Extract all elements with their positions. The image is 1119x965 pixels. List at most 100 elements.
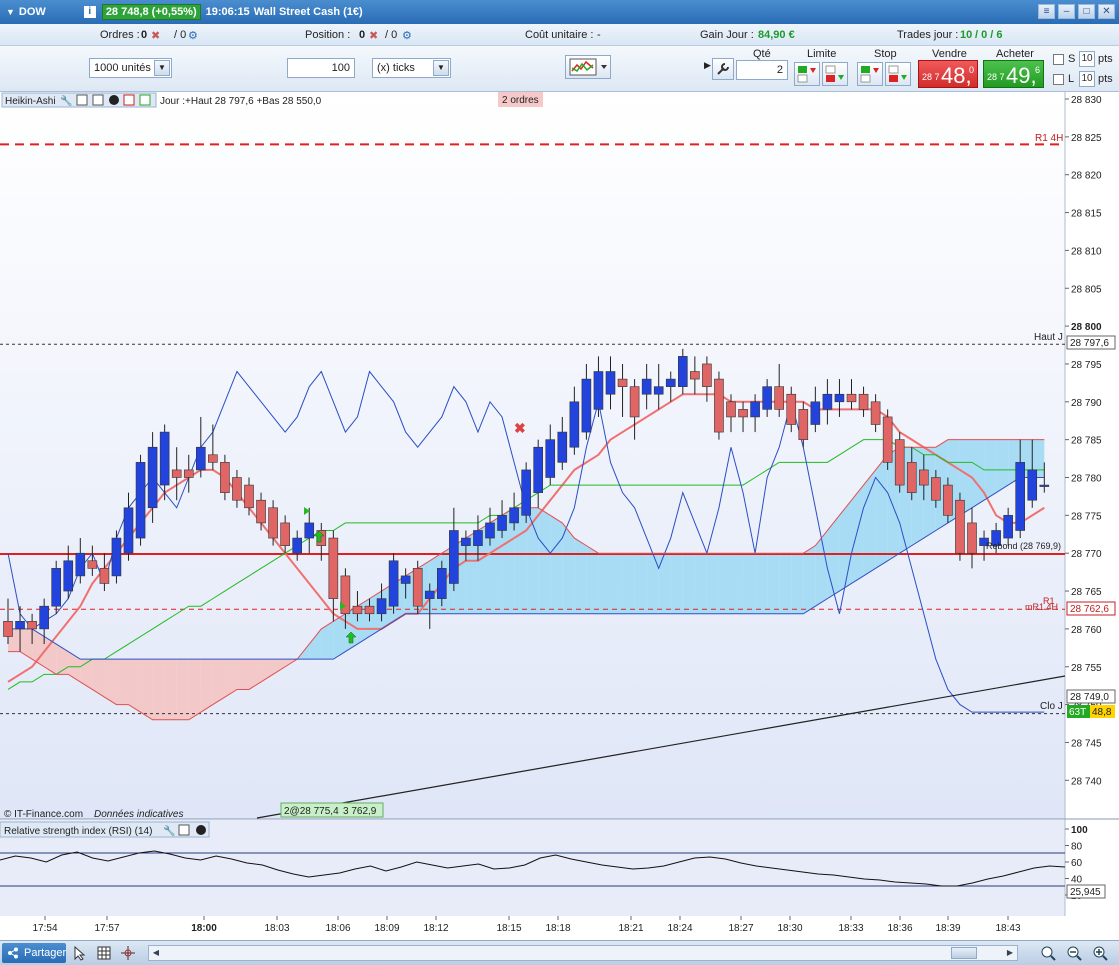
copyright-label: © IT-Finance.com: [4, 809, 83, 820]
chart-area[interactable]: 28 830 28 825 28 820 28 815 28 810 28 805 28 8…: [0, 92, 1119, 940]
limit-checkbox[interactable]: [1053, 74, 1064, 85]
ticks-input[interactable]: 100: [287, 58, 355, 78]
candle-body: [147, 446, 158, 509]
zoom-out-icon[interactable]: [1066, 945, 1082, 961]
candle-body: [135, 462, 146, 539]
candle-body: [798, 409, 809, 440]
orders-cancel-icon[interactable]: ✖: [151, 29, 160, 42]
cloud-segment: [610, 553, 623, 614]
price-chart[interactable]: 28 830 28 825 28 820 28 815 28 810 28 805 28 8…: [0, 92, 1119, 940]
wrench-icon[interactable]: 🔧: [60, 94, 72, 107]
candle-body: [870, 401, 881, 425]
trading-window: ▼ DOW i 28 748,8 (+0,55%) 19:06:15 Wall …: [0, 0, 1119, 965]
panel-toggle-icon[interactable]: ▶: [704, 60, 711, 80]
rsi-wrench-icon[interactable]: 🔧: [163, 824, 175, 837]
candle-body: [593, 371, 604, 410]
cloud-segment: [634, 553, 647, 614]
unit-cost-label: Coût unitaire :: [525, 29, 594, 41]
candle-body: [738, 409, 748, 418]
haut-j-value: 28 797,6: [1070, 338, 1109, 349]
x-tick-label: 18:12: [423, 923, 448, 934]
cloud-segment: [658, 553, 671, 614]
disclaimer-label: Données indicatives: [94, 809, 184, 820]
orders-settings-icon[interactable]: ⚙: [188, 29, 198, 42]
candle-body: [485, 522, 495, 539]
limit-pts-input[interactable]: 10: [1079, 71, 1095, 87]
limit-buy-button[interactable]: [794, 62, 820, 86]
window-menu-icon[interactable]: ≡: [1038, 4, 1055, 19]
cloud-segment: [875, 454, 888, 569]
chevron-down-icon[interactable]: ▼: [433, 60, 449, 76]
position-close-icon[interactable]: ✖: [369, 29, 378, 42]
cloud-segment: [236, 659, 249, 690]
cursor-icon[interactable]: [72, 945, 88, 961]
stop-sell-button[interactable]: [885, 62, 911, 86]
y-tick-label: 28 770: [1071, 549, 1102, 560]
chevron-down-icon[interactable]: ▼: [154, 60, 170, 76]
crosshair-icon[interactable]: [120, 945, 136, 961]
share-button[interactable]: Partager: [2, 943, 66, 963]
symbol-selector[interactable]: ▼ DOW: [0, 6, 46, 18]
x-tick-label: 17:57: [94, 923, 119, 934]
grid-icon[interactable]: [96, 945, 112, 961]
move-up-icon[interactable]: [139, 94, 151, 106]
sell-price-sup: 0: [968, 65, 974, 75]
orders-badge-text: 2 ordres: [502, 95, 539, 106]
restore-icon[interactable]: [92, 94, 104, 106]
candle-body: [762, 386, 772, 410]
gain-label: Gain Jour :: [700, 29, 754, 41]
clock-time: 19:06:15: [205, 6, 250, 18]
y-tick-label: 28 815: [1071, 209, 1102, 220]
candle-body: [834, 393, 845, 403]
position-settings-icon[interactable]: ⚙: [402, 29, 412, 42]
chart-scrollbar[interactable]: ◀ ▶: [148, 945, 1018, 961]
stop-pts-input[interactable]: 10: [1079, 51, 1095, 67]
orders-label: Ordres :: [100, 29, 140, 41]
rsi-close-icon[interactable]: [196, 825, 206, 835]
candle-body: [183, 469, 194, 478]
scroll-left-icon[interactable]: ◀: [149, 946, 163, 960]
close-icon[interactable]: ✕: [1098, 4, 1115, 19]
unit-cost-value: -: [597, 29, 601, 41]
scroll-right-icon[interactable]: ▶: [1003, 946, 1017, 960]
chart-type-button[interactable]: [565, 55, 611, 79]
close-indicator-icon[interactable]: [109, 95, 119, 105]
stop-buy-button[interactable]: [857, 62, 883, 86]
chevron-down-icon[interactable]: ▼: [6, 7, 15, 17]
candle-body: [955, 499, 965, 554]
scrollbar-thumb[interactable]: [951, 947, 977, 959]
minimize-icon[interactable]: –: [1058, 4, 1075, 19]
position-total: / 0: [385, 29, 398, 41]
limit-sell-button[interactable]: [822, 62, 848, 86]
stop-checkbox[interactable]: [1053, 54, 1064, 65]
candle-body: [677, 356, 688, 387]
x-tick-label: 18:18: [545, 923, 570, 934]
move-down-icon[interactable]: [123, 94, 135, 106]
window-icon[interactable]: [76, 94, 88, 106]
orders-value: 0: [141, 29, 148, 41]
candle-body: [786, 393, 797, 425]
limit-checkbox-label: L: [1068, 73, 1075, 85]
candle-body: [424, 590, 435, 599]
x-tick-label: 18:30: [777, 923, 802, 934]
close-order-marker-icon[interactable]: ✖: [514, 420, 526, 436]
units-select[interactable]: 1000 unités ▼: [89, 58, 172, 78]
zoom-selection-icon[interactable]: [1040, 945, 1056, 961]
candle-body: [473, 530, 483, 546]
rsi-window-icon[interactable]: [178, 824, 190, 836]
buy-button[interactable]: 28 7 49, 6: [983, 60, 1044, 88]
x-tick-label: 18:36: [887, 923, 912, 934]
ticks-unit-select[interactable]: (x) ticks ▼: [372, 58, 451, 78]
cloud-segment: [514, 507, 527, 614]
gain-value: 84,90 €: [758, 29, 795, 41]
sell-button[interactable]: 28 7 48, 0: [918, 60, 978, 88]
buy-price-prefix: 28 7: [987, 72, 1005, 82]
trades-label: Trades jour :: [897, 29, 959, 41]
info-icon[interactable]: i: [83, 6, 96, 18]
qty-input[interactable]: 2: [736, 60, 788, 80]
zoom-in-icon[interactable]: [1092, 945, 1108, 961]
candle-body: [545, 439, 556, 478]
wrench-icon[interactable]: [712, 58, 734, 80]
y-tick-label: 28 765: [1071, 587, 1102, 598]
maximize-icon[interactable]: □: [1078, 4, 1095, 19]
